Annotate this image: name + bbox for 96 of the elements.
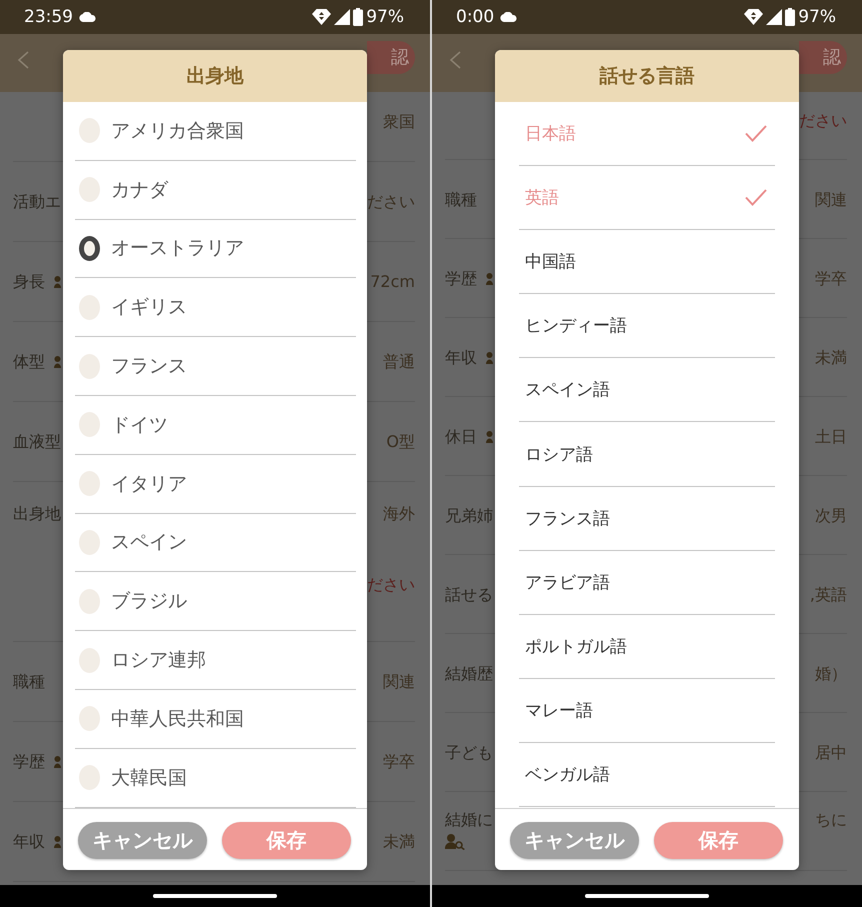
field-value: 未満: [383, 831, 415, 853]
field-label: 休日: [445, 426, 477, 448]
field-value: 72cm: [370, 271, 415, 293]
wifi-icon: [744, 9, 764, 25]
country-option[interactable]: イギリス: [75, 278, 356, 338]
field-value: ださい: [799, 110, 847, 132]
field-label: 職種: [445, 189, 477, 211]
radio-button[interactable]: [79, 471, 100, 496]
radio-button[interactable]: [79, 588, 100, 614]
field-value: 居中: [815, 742, 847, 764]
cloud-icon: [79, 12, 96, 22]
status-time: 23:59: [24, 7, 73, 27]
field-value: 学卒: [815, 268, 847, 290]
country-option[interactable]: アメリカ合衆国: [75, 102, 356, 161]
field-label: 職種: [13, 671, 45, 693]
field-value: ださい: [367, 574, 415, 596]
field-label: 学歴: [445, 268, 477, 290]
radio-button[interactable]: [79, 118, 100, 144]
person-icon: [54, 276, 61, 288]
country-option[interactable]: フランス: [75, 337, 356, 396]
language-option[interactable]: ヒンディー語: [519, 294, 775, 358]
field-value: 衆国: [383, 111, 415, 133]
radio-button[interactable]: [79, 706, 100, 732]
field-value: 関連: [815, 189, 847, 211]
wifi-icon: [312, 9, 332, 25]
field-value: 学卒: [383, 751, 415, 773]
country-option[interactable]: ブラジル: [75, 572, 356, 632]
country-option[interactable]: ドイツ: [75, 396, 356, 455]
country-option[interactable]: 中華人民共和国: [75, 690, 356, 749]
radio-button[interactable]: [79, 765, 100, 790]
language-option[interactable]: アラビア語: [519, 550, 775, 615]
field-label: 体型: [13, 351, 45, 373]
radio-button[interactable]: [79, 236, 100, 261]
language-option[interactable]: ポルトガル語: [519, 614, 775, 679]
signal-icon: [766, 9, 782, 25]
field-value: 普通: [383, 351, 415, 373]
person-search-icon: [445, 834, 465, 850]
field-value: 未満: [815, 347, 847, 369]
person-icon: [486, 431, 493, 443]
cloud-icon: [500, 12, 518, 22]
field-value: 海外: [383, 503, 415, 525]
person-icon: [486, 352, 493, 364]
country-option[interactable]: スペイン: [75, 514, 356, 572]
field-value: ,英語: [810, 584, 847, 606]
field-value: 次男: [815, 505, 847, 527]
field-label: 活動エ: [13, 191, 61, 213]
radio-button[interactable]: [79, 530, 100, 555]
field-label: 話せる: [445, 584, 493, 606]
language-option[interactable]: ロシア語: [519, 422, 775, 487]
country-option[interactable]: ロシア連邦: [75, 631, 356, 690]
country-option[interactable]: カナダ: [75, 160, 356, 220]
country-option[interactable]: オーストラリア: [75, 220, 356, 278]
field-label: 血液型: [13, 431, 61, 453]
field-value: 関連: [383, 671, 415, 693]
radio-button[interactable]: [79, 412, 100, 438]
person-icon: [54, 836, 61, 848]
back-icon[interactable]: [17, 51, 29, 69]
radio-button[interactable]: [79, 648, 100, 673]
field-label: 年収: [445, 347, 477, 369]
field-label: 結婚歴: [445, 663, 493, 685]
language-option[interactable]: マレー語: [519, 678, 775, 743]
field-label: 年収: [13, 831, 45, 853]
radio-button[interactable]: [79, 354, 100, 379]
battery-icon: [353, 8, 364, 26]
field-value: ださい: [367, 191, 415, 213]
language-option[interactable]: フランス語: [519, 486, 775, 551]
language-option[interactable]: ベンガル語: [519, 742, 775, 808]
field-value: 土日: [815, 426, 847, 448]
signal-icon: [334, 9, 350, 25]
field-label: 兄弟姉: [445, 505, 493, 527]
status-time: 0:00: [456, 7, 494, 27]
language-option[interactable]: スペイン語: [519, 358, 775, 422]
field-label: 子ども: [445, 742, 493, 764]
field-value: 婚）: [815, 663, 847, 685]
battery-level: 97%: [798, 7, 836, 27]
person-icon: [54, 756, 61, 768]
battery-level: 97%: [366, 7, 404, 27]
field-label: 学歴: [13, 751, 45, 773]
person-icon: [486, 273, 493, 285]
field-value: O型: [386, 431, 415, 453]
field-label: 身長: [13, 271, 45, 293]
home-indicator[interactable]: [153, 894, 277, 898]
country-option[interactable]: イタリア: [75, 454, 356, 514]
country-option[interactable]: 大韓民国: [75, 748, 356, 808]
dialog-title: 話せる言語: [600, 64, 694, 89]
person-icon: [54, 356, 61, 368]
field-value: ちに: [815, 809, 847, 831]
dialog-title: 出身地: [186, 64, 244, 89]
field-label: 出身地: [13, 503, 61, 525]
field-label: 結婚に: [445, 809, 493, 831]
home-indicator[interactable]: [585, 894, 709, 898]
radio-button[interactable]: [79, 294, 100, 320]
back-icon[interactable]: [449, 51, 461, 69]
battery-icon: [785, 8, 796, 26]
language-option[interactable]: 中国語: [519, 230, 775, 294]
radio-button[interactable]: [79, 177, 100, 202]
